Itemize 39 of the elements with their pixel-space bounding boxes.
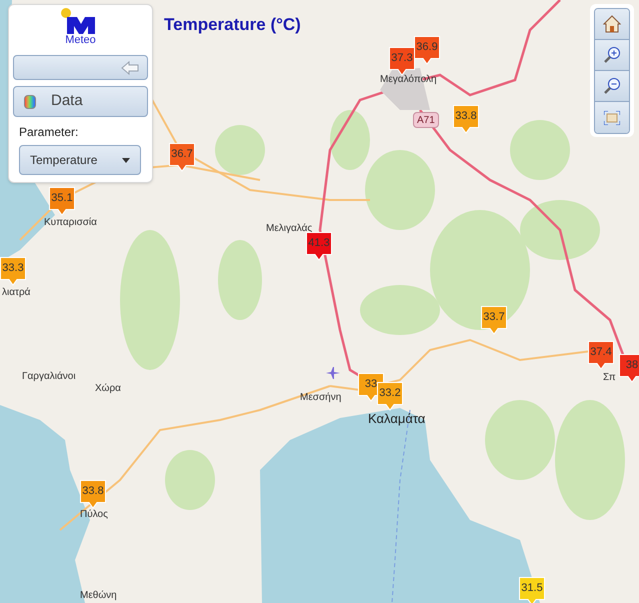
- temperature-marker[interactable]: 31.5: [519, 577, 545, 603]
- data-button[interactable]: Data: [13, 86, 148, 117]
- house-icon: [603, 15, 621, 33]
- place-label: Μεγαλόπολη: [380, 74, 437, 86]
- caret-icon: [122, 158, 130, 162]
- parameter-label: Parameter:: [19, 124, 80, 141]
- road-shield: A71: [413, 112, 439, 128]
- home-button[interactable]: [595, 9, 629, 40]
- logo-text: Meteo: [65, 34, 96, 46]
- back-arrow-icon: [121, 60, 139, 74]
- temperature-marker[interactable]: 33.3: [0, 257, 26, 286]
- place-label: λιατρά: [2, 287, 30, 299]
- place-label: Χώρα: [95, 383, 121, 395]
- zoom-out-button[interactable]: [595, 71, 629, 102]
- zoom-out-icon: [603, 77, 621, 95]
- airplane-icon: [326, 367, 340, 379]
- temperature-marker[interactable]: 33.8: [80, 480, 106, 509]
- temperature-marker[interactable]: 36.7: [169, 143, 195, 172]
- zoom-in-icon: [603, 46, 621, 64]
- temperature-marker[interactable]: 36.9: [414, 36, 440, 65]
- place-label: Γαργαλιάνοι: [22, 371, 76, 383]
- temperature-marker[interactable]: 33.8: [453, 105, 479, 134]
- place-label: Μεσσήνη: [300, 392, 342, 404]
- color-scale-icon: [24, 94, 36, 108]
- zoom-in-button[interactable]: [595, 40, 629, 71]
- full-extent-icon: [604, 110, 620, 124]
- temperature-marker[interactable]: 38: [619, 354, 639, 383]
- temperature-marker[interactable]: 33.7: [481, 306, 507, 335]
- place-label: Σπ: [603, 372, 616, 384]
- place-label: Κυπαρισσία: [44, 217, 97, 229]
- temperature-marker[interactable]: 37.4: [588, 341, 614, 370]
- place-label: Καλαμάτα: [368, 412, 426, 426]
- map-title: Temperature (°C): [164, 14, 301, 36]
- place-label: Μεθώνη: [80, 590, 117, 602]
- temperature-marker[interactable]: 33.2: [377, 382, 403, 411]
- temperature-marker[interactable]: 35.1: [49, 187, 75, 216]
- place-label: Μελιγαλάς: [266, 223, 312, 235]
- place-label: Πύλος: [80, 509, 108, 521]
- parameter-dropdown[interactable]: Temperature: [19, 145, 141, 175]
